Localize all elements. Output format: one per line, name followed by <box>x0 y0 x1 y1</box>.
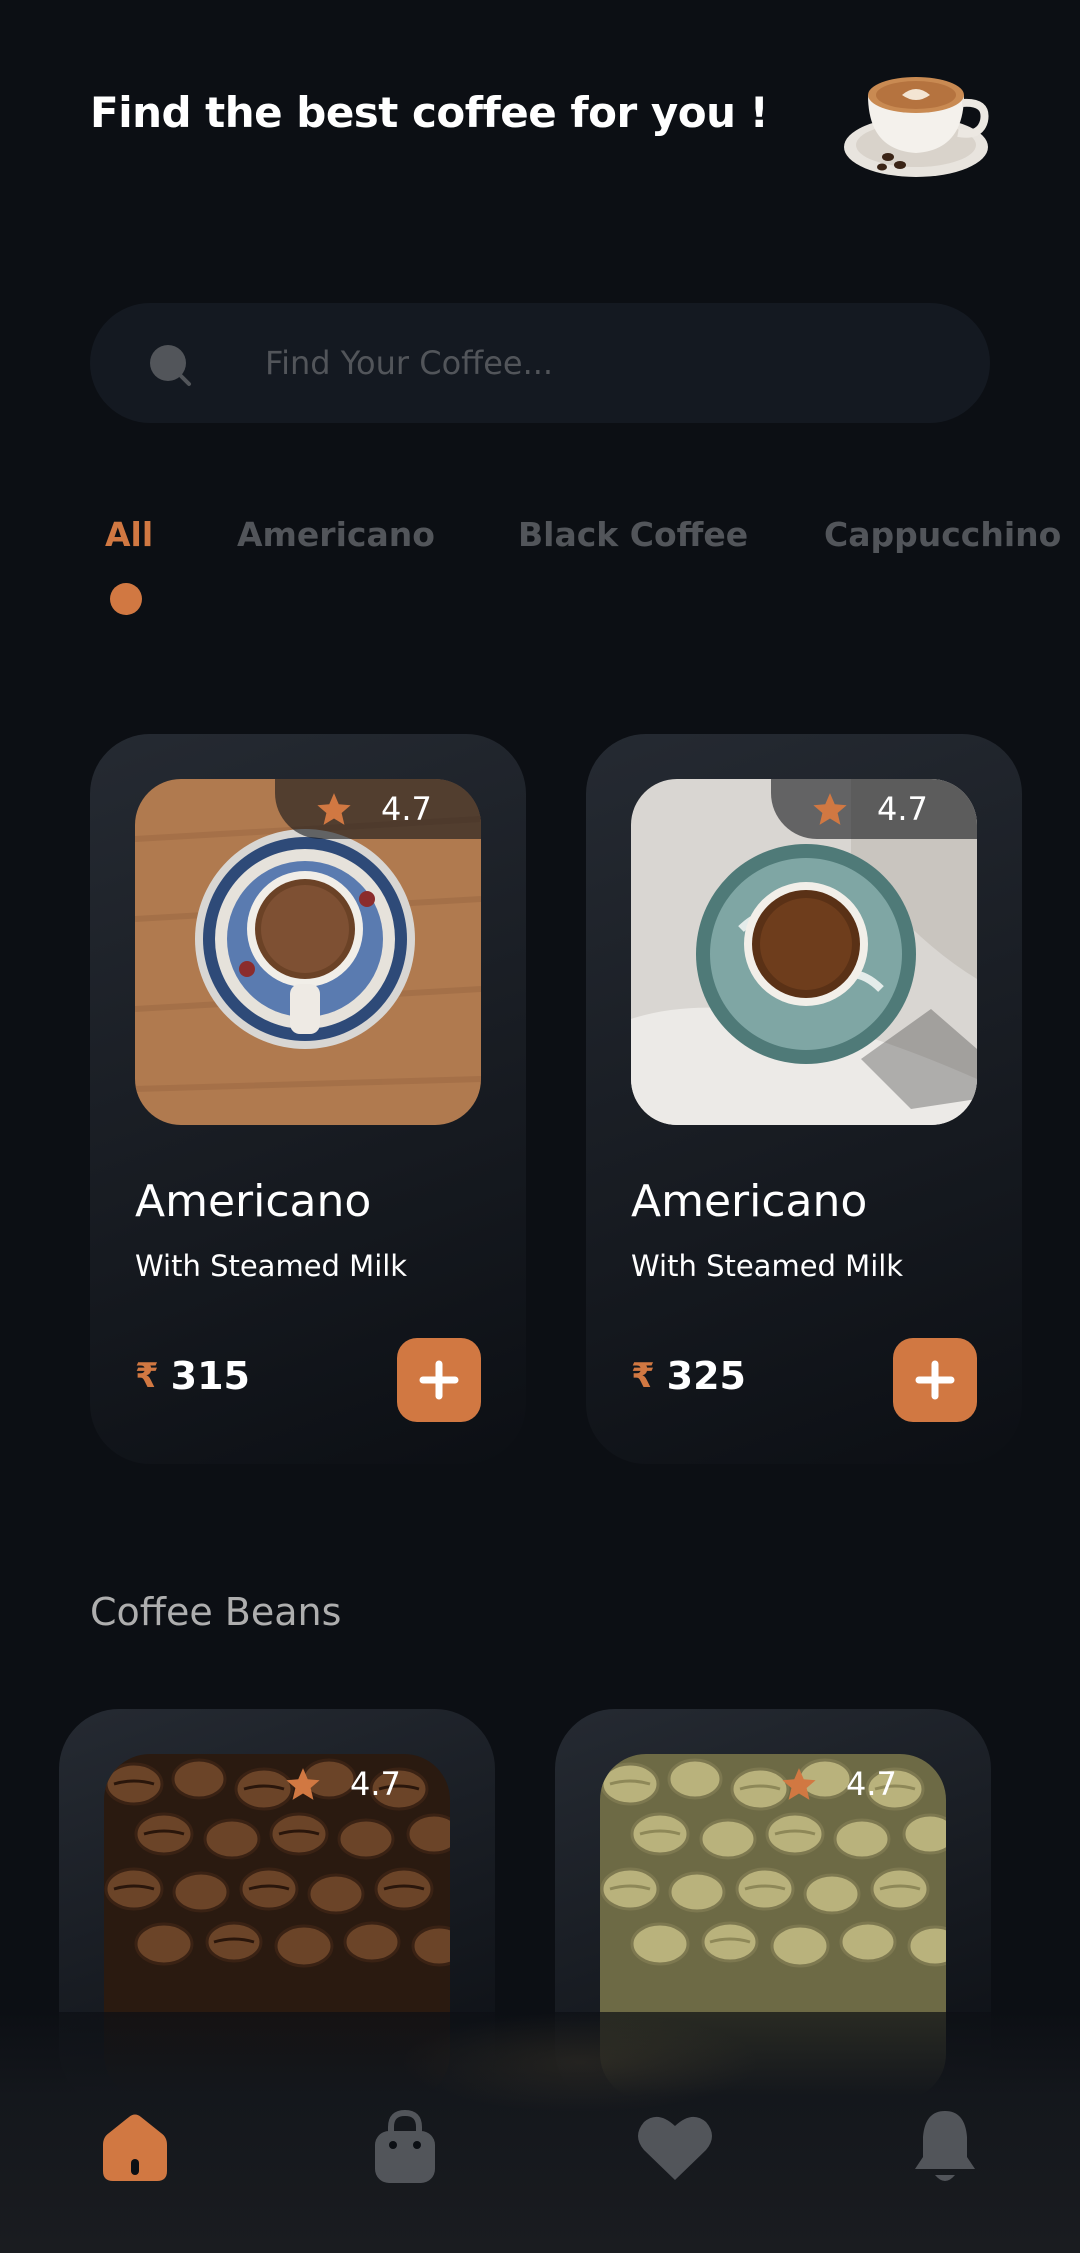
price-value: 315 <box>170 1354 250 1398</box>
coffee-price: ₹ 325 <box>631 1354 746 1398</box>
tab-cappucchino[interactable]: Cappucchino <box>824 515 1061 554</box>
heart-icon <box>638 2116 712 2180</box>
coffee-image: 4.7 <box>631 779 977 1125</box>
bag-icon <box>375 2109 435 2183</box>
coffee-image: 4.7 <box>135 779 481 1125</box>
search-bar[interactable] <box>90 303 990 423</box>
bottom-nav <box>0 2012 1080 2253</box>
rating-value: 4.7 <box>381 790 432 828</box>
star-icon <box>317 793 351 825</box>
coffee-subtitle: With Steamed Milk <box>135 1249 408 1283</box>
star-icon <box>286 1768 320 1800</box>
active-tab-indicator <box>110 583 142 615</box>
rating-badge: 4.7 <box>740 1754 946 1814</box>
coffee-subtitle: With Steamed Milk <box>631 1249 904 1283</box>
coffee-name: Americano <box>631 1176 868 1227</box>
category-tabs: All Americano Black Coffee Cappucchino <box>0 515 1080 625</box>
rating-value: 4.7 <box>350 1765 401 1803</box>
rating-badge: 4.7 <box>771 779 977 839</box>
coffee-card[interactable]: 4.7 Americano With Steamed Milk ₹ 315 <box>90 734 526 1464</box>
bell-icon <box>915 2111 975 2181</box>
add-to-cart-button[interactable] <box>893 1338 977 1422</box>
coffee-card[interactable]: 4.7 Americano With Steamed Milk ₹ 325 <box>586 734 1022 1464</box>
currency-symbol: ₹ <box>631 1356 655 1396</box>
star-icon <box>813 793 847 825</box>
star-icon <box>782 1768 816 1800</box>
coffee-name: Americano <box>135 1176 372 1227</box>
rating-value: 4.7 <box>846 1765 897 1803</box>
add-to-cart-button[interactable] <box>397 1338 481 1422</box>
plus-icon <box>915 1360 955 1400</box>
tab-americano[interactable]: Americano <box>237 515 435 554</box>
coffee-cup-logo <box>838 55 998 185</box>
tab-all[interactable]: All <box>105 515 153 554</box>
home-icon <box>103 2114 167 2181</box>
page-title: Find the best coffee for you ! <box>90 88 769 137</box>
nav-favorites[interactable] <box>630 2102 720 2192</box>
coffee-price: ₹ 315 <box>135 1354 250 1398</box>
rating-badge: 4.7 <box>275 779 481 839</box>
currency-symbol: ₹ <box>135 1356 159 1396</box>
price-value: 325 <box>666 1354 746 1398</box>
search-input[interactable] <box>265 331 945 395</box>
search-icon[interactable] <box>148 343 192 387</box>
nav-notifications[interactable] <box>900 2102 990 2192</box>
plus-icon <box>419 1360 459 1400</box>
tab-black-coffee[interactable]: Black Coffee <box>518 515 748 554</box>
nav-cart[interactable] <box>360 2102 450 2192</box>
nav-home[interactable] <box>90 2102 180 2192</box>
section-title: Coffee Beans <box>90 1590 342 1634</box>
rating-value: 4.7 <box>877 790 928 828</box>
rating-badge: 4.7 <box>244 1754 450 1814</box>
